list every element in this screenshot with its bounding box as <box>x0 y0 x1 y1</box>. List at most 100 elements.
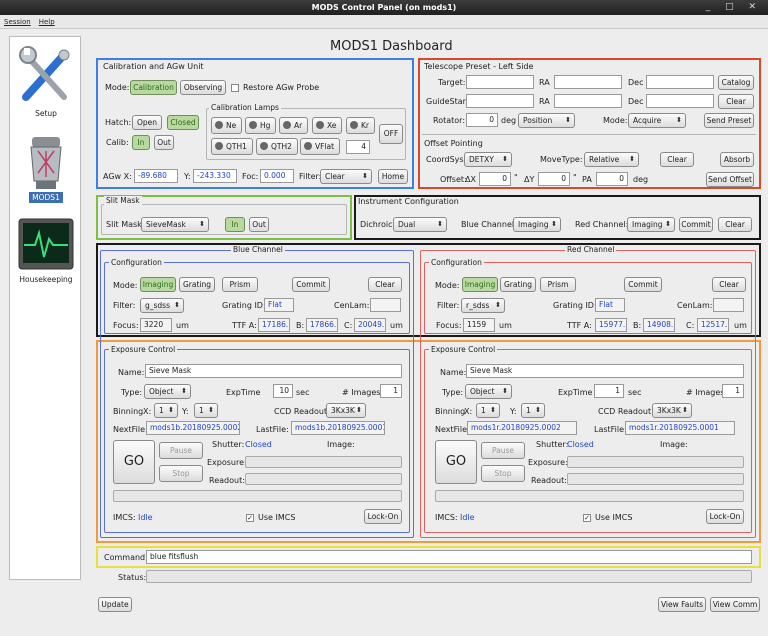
blue-channel-select[interactable]: Imaging <box>513 217 561 232</box>
lamp-ne-button[interactable]: Ne <box>211 117 243 134</box>
coordsys-select[interactable]: DETXY <box>464 152 512 167</box>
blue-type-select[interactable]: Object <box>144 384 191 399</box>
view-faults-button[interactable]: View Faults <box>658 597 706 612</box>
menu-session[interactable]: Session <box>0 15 35 29</box>
blue-exptime-input[interactable]: 10 <box>273 384 293 398</box>
send-offset-button[interactable]: Send Offset <box>706 172 754 187</box>
lamp-hg-button[interactable]: Hg <box>245 117 277 134</box>
red-biny-select[interactable]: 1 <box>521 403 545 418</box>
blue-biny-select[interactable]: 1 <box>194 403 218 418</box>
guide-dec-input[interactable] <box>646 94 714 108</box>
inst-clear-button[interactable]: Clear <box>718 217 752 232</box>
dy-input[interactable]: 0 <box>538 172 570 186</box>
blue-pause-button[interactable]: Pause <box>159 442 203 459</box>
lamp-vflat-button[interactable]: VFlat <box>300 138 341 155</box>
absorb-button[interactable]: Absorb <box>720 152 754 167</box>
red-focus-field[interactable]: 1159 <box>463 318 495 332</box>
hatch-closed-button[interactable]: Closed <box>167 115 199 130</box>
dx-input[interactable]: 0 <box>479 172 511 186</box>
red-prism-button[interactable]: Prism <box>540 277 576 292</box>
lamp-ar-button[interactable]: Ar <box>279 117 309 134</box>
red-use-imcs-checkbox[interactable]: ✓ <box>583 514 591 522</box>
blue-name-input[interactable]: Sieve Mask <box>145 364 402 378</box>
slit-out-button[interactable]: Out <box>249 217 269 232</box>
menu-help[interactable]: Help <box>35 15 59 29</box>
agw-foc-field[interactable]: 0.000 <box>260 169 294 183</box>
sidebar-item-housekeeping[interactable]: Housekeeping <box>10 217 82 284</box>
update-button[interactable]: Update <box>98 597 132 612</box>
red-lockon-button[interactable]: Lock-On <box>706 509 744 524</box>
lamp-xe-button[interactable]: Xe <box>312 117 343 134</box>
blue-prism-button[interactable]: Prism <box>222 277 258 292</box>
blue-focus-field[interactable]: 3220 <box>140 318 172 332</box>
red-ccd-select[interactable]: 3Kx3K <box>652 403 692 418</box>
red-grating-button[interactable]: Grating <box>500 277 536 292</box>
lamp-qth1-button[interactable]: QTH1 <box>211 138 253 155</box>
inst-commit-button[interactable]: Commit <box>679 217 713 232</box>
guidestar-input[interactable] <box>466 94 534 108</box>
dichroic-select[interactable]: Dual <box>393 217 447 232</box>
restore-agw-checkbox[interactable] <box>231 84 239 92</box>
target-ra-input[interactable] <box>554 75 622 89</box>
target-input[interactable] <box>466 75 534 89</box>
rotator-mode-select[interactable]: Position <box>518 113 575 128</box>
window-controls[interactable]: _ □ ✕ <box>706 0 762 15</box>
slit-in-button[interactable]: In <box>225 217 245 232</box>
blue-stop-button[interactable]: Stop <box>159 465 203 482</box>
lamp-qth2-button[interactable]: QTH2 <box>256 138 298 155</box>
movetype-select[interactable]: Relative <box>584 152 639 167</box>
blue-commit-button[interactable]: Commit <box>292 277 330 292</box>
red-go-button[interactable]: GO <box>435 440 477 484</box>
red-channel-select[interactable]: Imaging <box>627 217 675 232</box>
blue-ccd-select[interactable]: 3Kx3K <box>326 403 366 418</box>
blue-filter-select[interactable]: g_sdss <box>140 298 184 313</box>
send-preset-button[interactable]: Send Preset <box>704 113 754 128</box>
home-button[interactable]: Home <box>378 169 408 184</box>
tel-mode-select[interactable]: Acquire <box>628 113 686 128</box>
red-imaging-button[interactable]: Imaging <box>462 277 498 292</box>
red-message-bar <box>435 490 744 502</box>
blue-clear-button[interactable]: Clear <box>368 277 402 292</box>
rotator-input[interactable]: 0 <box>466 113 498 127</box>
slit-mask-select[interactable]: SieveMask <box>141 217 209 232</box>
calib-out-button[interactable]: Out <box>154 135 174 150</box>
blue-go-button[interactable]: GO <box>113 440 155 484</box>
guide-ra-input[interactable] <box>554 94 622 108</box>
blue-imaging-button[interactable]: Imaging <box>140 277 176 292</box>
observing-mode-button[interactable]: Observing <box>180 80 226 95</box>
agwx-field[interactable]: -89.680 <box>134 169 178 183</box>
blue-use-imcs-checkbox[interactable]: ✓ <box>246 514 254 522</box>
sidebar-item-mods1[interactable]: MODS1 <box>10 133 82 203</box>
catalog-button[interactable]: Catalog <box>718 75 754 90</box>
red-exptime-input[interactable]: 1 <box>594 384 624 398</box>
vflat-value-field[interactable]: 4 <box>346 140 370 154</box>
red-stop-button[interactable]: Stop <box>481 465 525 482</box>
red-filter-select[interactable]: r_sdss <box>461 298 505 313</box>
calib-in-button[interactable]: In <box>132 135 150 150</box>
agwy-field[interactable]: -243.330 <box>193 169 237 183</box>
sidebar-item-setup[interactable]: Setup <box>10 45 82 118</box>
blue-binx-select[interactable]: 1 <box>154 403 178 418</box>
blue-lockon-button[interactable]: Lock-On <box>364 509 402 524</box>
view-comm-button[interactable]: View Comm <box>710 597 760 612</box>
blue-grating-button[interactable]: Grating <box>179 277 215 292</box>
hatch-open-button[interactable]: Open <box>132 115 162 130</box>
offset-clear-button[interactable]: Clear <box>660 152 694 167</box>
lamp-kr-button[interactable]: Kr <box>346 117 376 134</box>
red-pause-button[interactable]: Pause <box>481 442 525 459</box>
red-type-select[interactable]: Object <box>465 384 512 399</box>
target-dec-input[interactable] <box>646 75 714 89</box>
agw-filter-select[interactable]: Clear <box>320 169 372 184</box>
calibration-mode-button[interactable]: Calibration <box>130 80 177 95</box>
red-binx-select[interactable]: 1 <box>476 403 500 418</box>
red-name-label: Name: <box>440 368 467 377</box>
blue-nimages-input[interactable]: 1 <box>380 384 402 398</box>
red-clear-button[interactable]: Clear <box>712 277 746 292</box>
tel-clear-button[interactable]: Clear <box>718 94 754 109</box>
lamps-off-button[interactable]: OFF <box>379 124 403 144</box>
red-commit-button[interactable]: Commit <box>624 277 662 292</box>
pa-input[interactable]: 0 <box>596 172 628 186</box>
red-nimages-input[interactable]: 1 <box>722 384 744 398</box>
command-input[interactable]: blue fitsflush <box>146 550 752 564</box>
red-name-input[interactable]: Sieve Mask <box>466 364 744 378</box>
